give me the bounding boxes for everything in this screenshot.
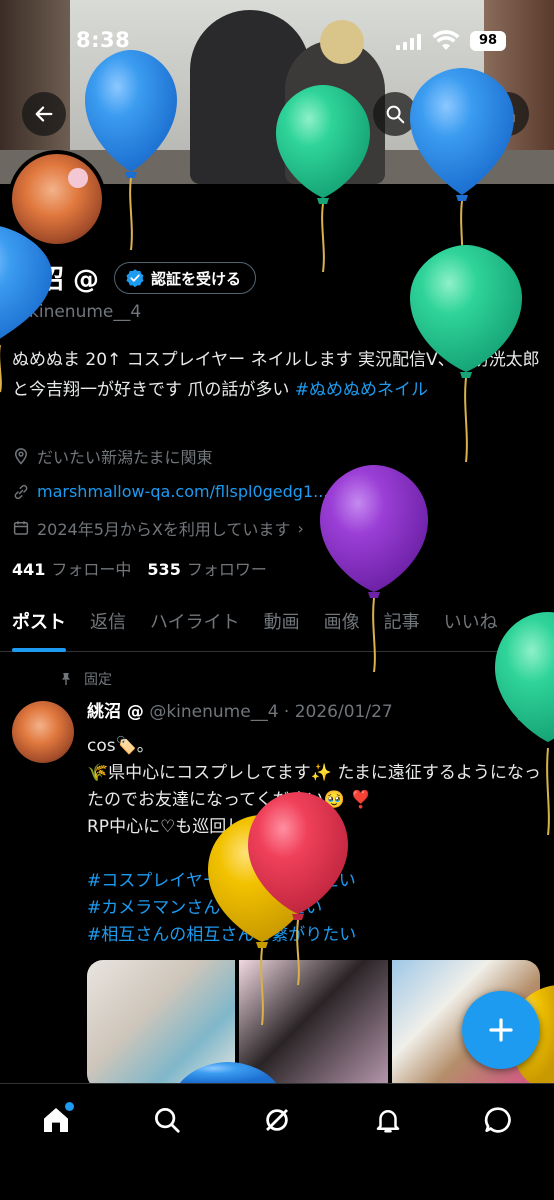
x-logo-icon	[517, 701, 537, 721]
bell-icon	[376, 1110, 400, 1133]
profile-location: だいたい新潟たまに関東	[12, 444, 213, 468]
nav-grok[interactable]	[257, 1100, 297, 1140]
pin-icon	[62, 673, 70, 685]
wifi-icon	[432, 30, 460, 50]
grok-icon	[331, 106, 347, 122]
bio-text: ぬめぬま 20↑ コスプレイヤー ネイルします 実況配信V、諏訪洸太郎と今吉翔一…	[12, 350, 540, 400]
location-pin-icon	[14, 448, 28, 465]
grok-icon	[266, 1109, 288, 1131]
profile-link[interactable]: marshmallow-qa.com/fllspl0gedg1...	[37, 482, 328, 501]
post-avatar[interactable]	[12, 701, 74, 763]
verified-badge-icon	[126, 269, 144, 288]
status-time: 8:38	[76, 28, 131, 52]
pinned-indicator: 固定	[58, 669, 112, 689]
profile-name: 絩沼 @	[12, 265, 100, 295]
get-verified-label: 認証を受ける	[151, 269, 242, 288]
back-button[interactable]	[22, 92, 66, 136]
post-image-1[interactable]	[87, 960, 236, 1090]
grok-button[interactable]	[317, 92, 361, 136]
tab-articles[interactable]: 記事	[372, 600, 432, 652]
joined-text: 2024年5月からXを利用しています	[37, 520, 291, 539]
calendar-icon	[13, 521, 29, 535]
profile-joined: 2024年5月からXを利用しています ›	[12, 516, 304, 540]
edit-button[interactable]	[429, 92, 473, 136]
tab-likes[interactable]: いいね	[432, 600, 510, 652]
search-icon	[386, 105, 405, 124]
arrow-left-icon	[35, 106, 53, 122]
post-hashtag-1[interactable]: #コスプレイヤーさんと繋がりたい	[87, 868, 547, 895]
plus-icon	[489, 1018, 513, 1042]
profile-bio: ぬめぬま 20↑ コスプレイヤー ネイルします 実況配信V、諏訪洸太郎と今吉翔一…	[12, 345, 542, 405]
following-label: フォロー中	[51, 560, 132, 579]
nav-home[interactable]	[36, 1100, 76, 1140]
profile-link-row[interactable]: marshmallow-qa.com/fllspl0gedg1...	[12, 482, 328, 501]
share-button[interactable]	[485, 92, 529, 136]
link-icon	[14, 484, 28, 499]
post-image-2[interactable]	[239, 960, 388, 1090]
tab-highlights[interactable]: ハイライト	[138, 600, 252, 652]
tab-images[interactable]: 画像	[312, 600, 372, 652]
chevron-right-icon: ›	[297, 518, 304, 538]
nav-search[interactable]	[147, 1100, 187, 1140]
post-meta: @kinenume__4 · 2026/01/27	[143, 702, 393, 722]
profile-handle: @kinenume__4	[12, 302, 142, 322]
post-line-3: RP中心に♡も巡回します😳	[87, 817, 296, 837]
following-count: 441	[12, 560, 46, 579]
compose-button[interactable]	[462, 991, 540, 1069]
follow-stats: 441 フォロー中 535 フォロワー	[12, 556, 267, 580]
post-line-1: cos🏷️。	[87, 736, 154, 756]
post-body: cos🏷️。 🌾県中心にコスプレしてます✨ たまに遠征するようになったのでお友達…	[87, 733, 547, 949]
post-header: 絩沼 @ @kinenume__4 · 2026/01/27	[87, 697, 393, 722]
post-hashtag-2[interactable]: #カメラマンさんと繋がりたい	[87, 895, 547, 922]
post-hashtag-3[interactable]: #相互さんの相互さんと繋がりたい	[87, 922, 547, 949]
tab-replies[interactable]: 返信	[78, 600, 138, 652]
status-bar: 8:38 98	[0, 22, 554, 62]
notification-dot	[65, 1102, 74, 1111]
followers-label: フォロワー	[186, 560, 267, 579]
pinned-label: 固定	[84, 672, 112, 688]
tab-posts[interactable]: ポスト	[0, 600, 78, 652]
following-link[interactable]: 441 フォロー中	[12, 560, 131, 579]
get-verified-button[interactable]: 認証を受ける	[114, 262, 257, 294]
profile-avatar[interactable]	[8, 150, 106, 248]
tab-videos[interactable]: 動画	[252, 600, 312, 652]
battery-indicator: 98	[470, 31, 506, 51]
post-line-2: 🌾県中心にコスプレしてます✨ たまに遠征するようになったのでお友達になってくださ…	[87, 763, 541, 810]
signal-icon	[396, 34, 421, 50]
bottom-navigation	[0, 1083, 554, 1200]
post-author[interactable]: 絩沼 @	[87, 702, 144, 722]
followers-link[interactable]: 535 フォロワー	[147, 560, 266, 579]
share-icon	[499, 104, 515, 123]
followers-count: 535	[147, 560, 181, 579]
nav-notifications[interactable]	[368, 1100, 408, 1140]
bio-hashtag[interactable]: #ぬめぬめネイル	[295, 380, 428, 400]
search-button[interactable]	[373, 92, 417, 136]
pencil-icon	[442, 105, 460, 123]
profile-tabs: ポスト 返信 ハイライト 動画 画像 記事 いいね	[0, 600, 554, 652]
location-text: だいたい新潟たまに関東	[37, 448, 213, 467]
search-icon	[155, 1108, 180, 1133]
nav-messages[interactable]	[478, 1100, 518, 1140]
message-icon	[484, 1107, 511, 1133]
